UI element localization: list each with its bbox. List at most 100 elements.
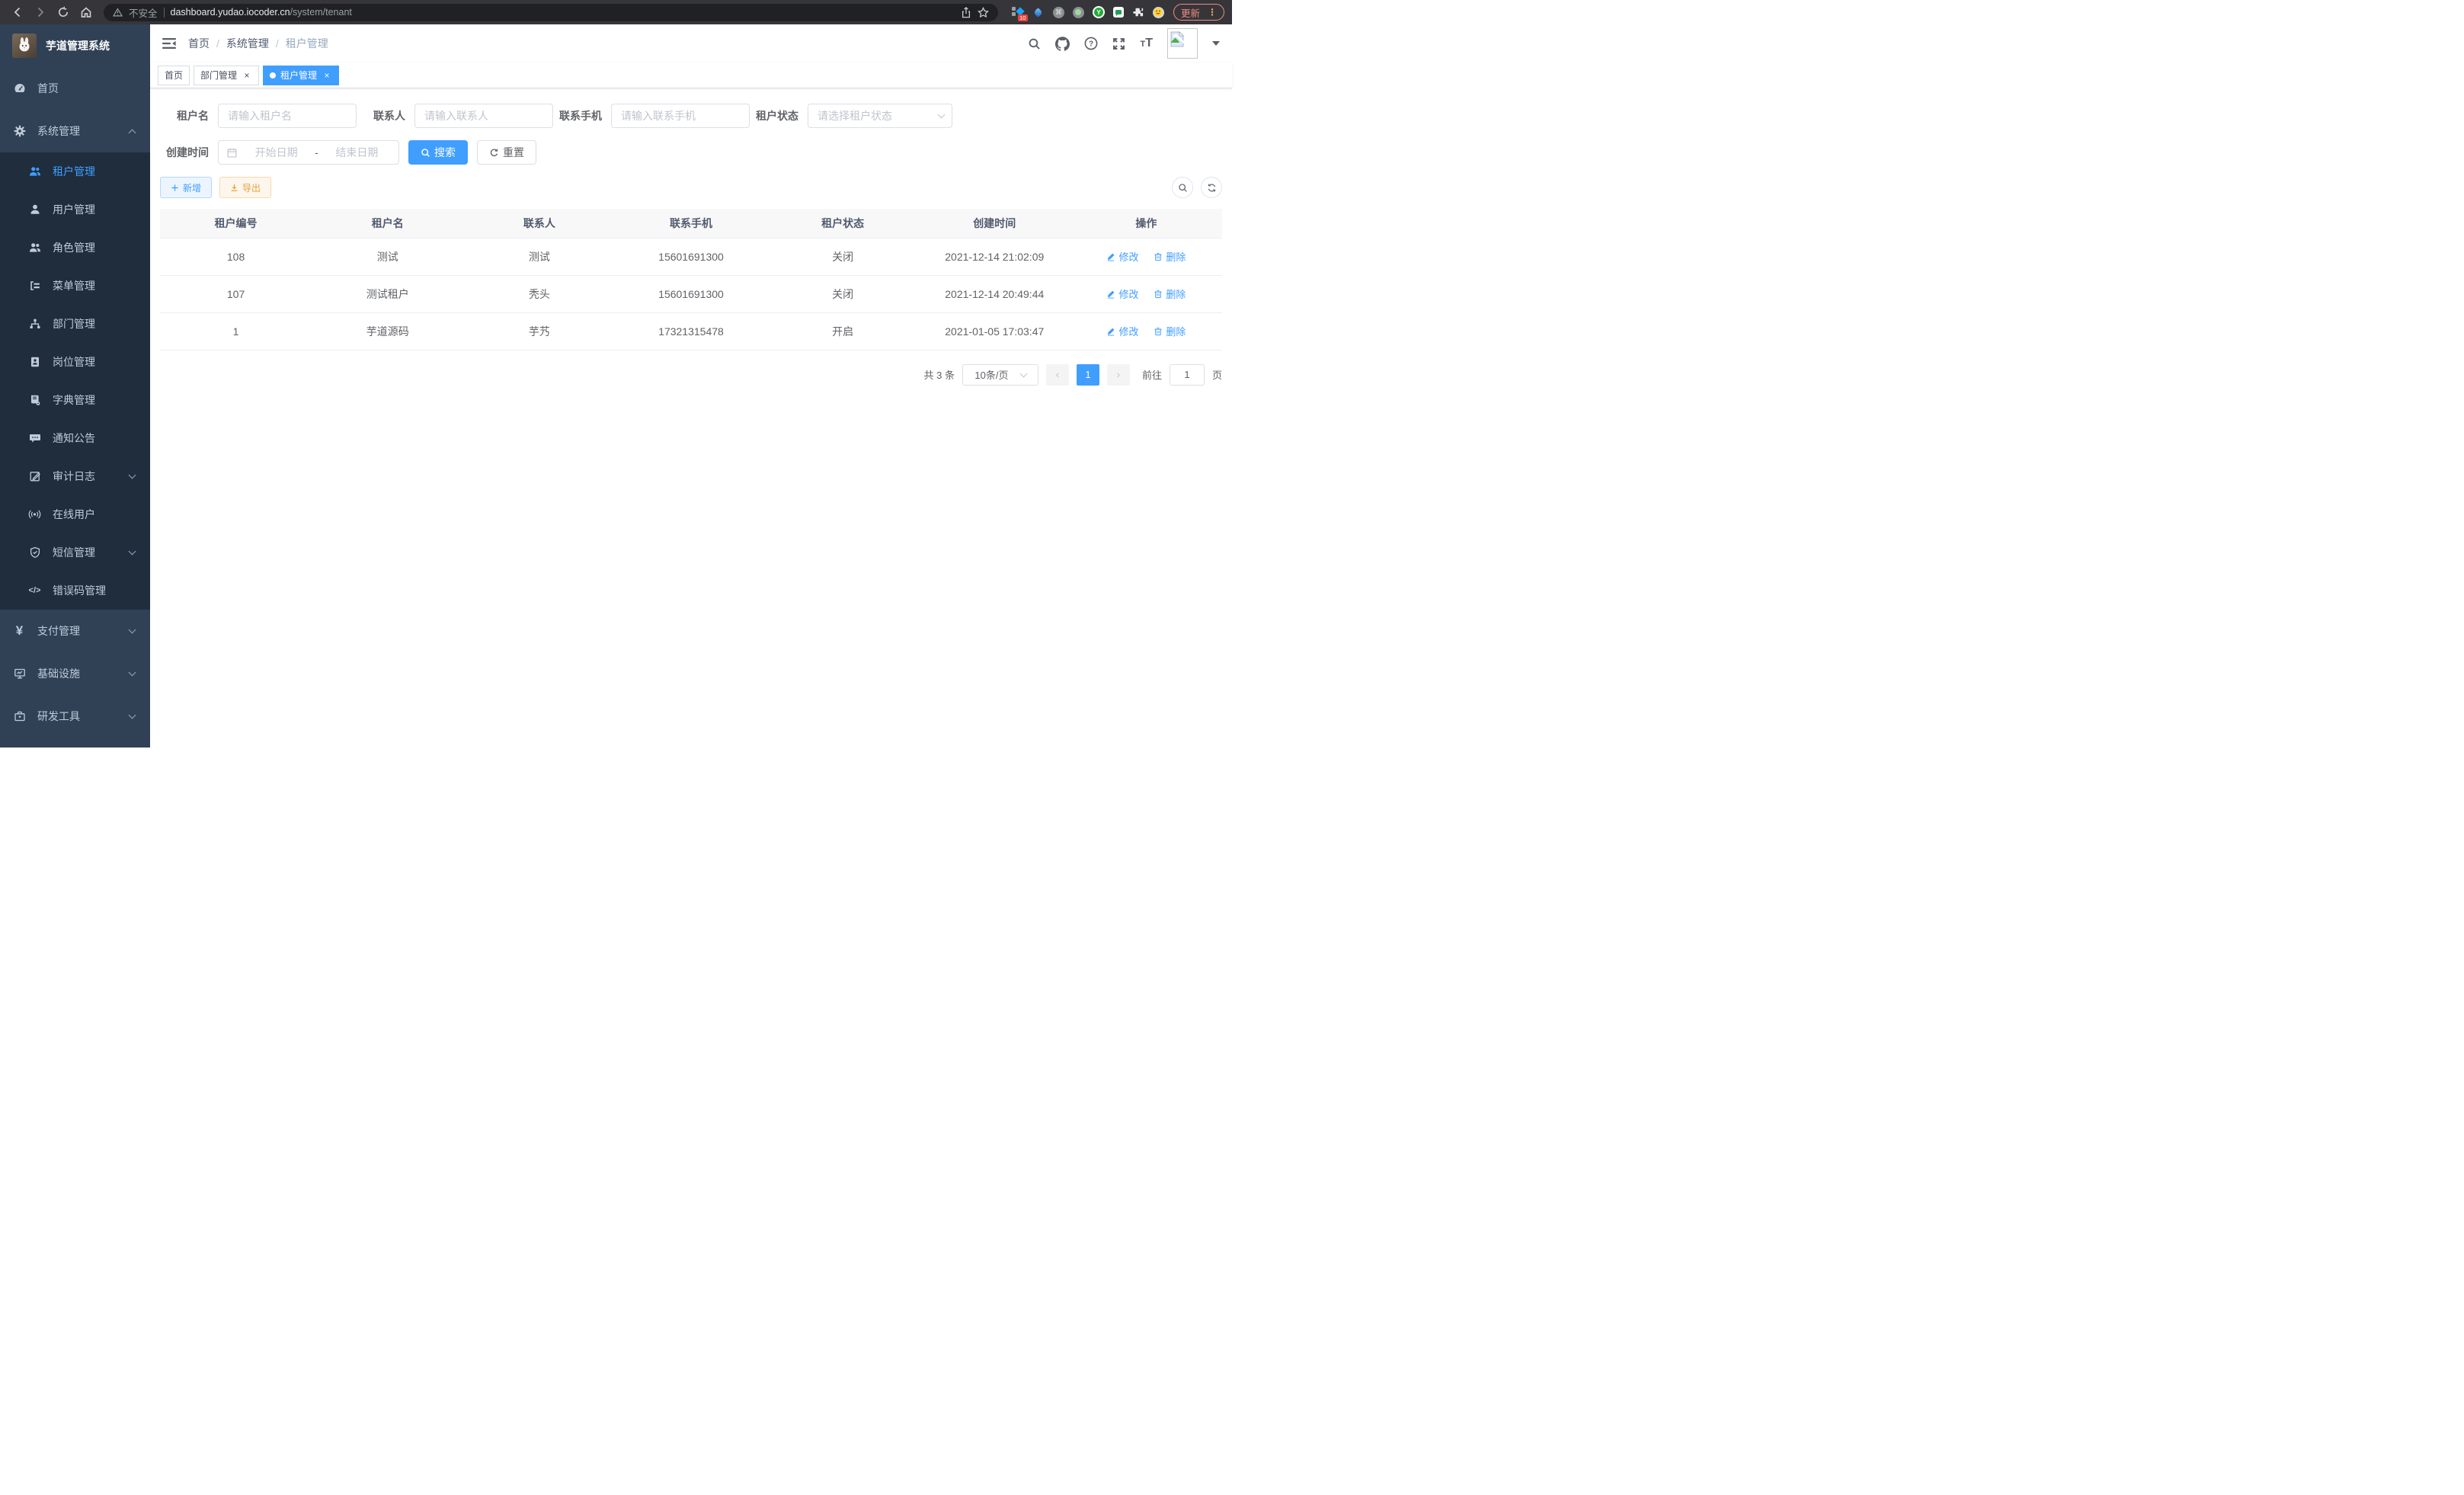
reset-button[interactable]: 重置 — [477, 140, 536, 165]
export-button[interactable]: 导出 — [219, 177, 271, 198]
user-icon — [28, 203, 41, 216]
next-page-button[interactable]: › — [1107, 364, 1130, 386]
search-button[interactable]: 搜索 — [408, 140, 468, 165]
sidebar-group-system-management[interactable]: 系统管理 — [0, 110, 150, 152]
sidebar-group-infrastructure[interactable]: 基础设施 — [0, 652, 150, 695]
browser-forward-icon[interactable] — [30, 2, 50, 22]
sidebar-item-role-management[interactable]: 角色管理 — [0, 229, 150, 267]
sidebar-item-menu-management[interactable]: 菜单管理 — [0, 267, 150, 305]
status-select[interactable]: 请选择租户状态 — [808, 104, 952, 128]
sidebar-item-post-management[interactable]: 岗位管理 — [0, 343, 150, 381]
contact-input[interactable] — [414, 104, 553, 128]
plus-icon — [171, 184, 179, 192]
browser-update-button[interactable]: 更新 ⋮ — [1173, 4, 1224, 21]
browser-reload-icon[interactable] — [53, 2, 73, 22]
edit-button[interactable]: 修改 — [1106, 287, 1138, 301]
github-icon[interactable] — [1055, 37, 1070, 51]
delete-button[interactable]: 删除 — [1154, 249, 1186, 264]
sidebar-item-dict-management[interactable]: 字典管理 — [0, 381, 150, 419]
sidebar-item-online-users[interactable]: 在线用户 — [0, 495, 150, 533]
header-search-icon[interactable] — [1028, 37, 1041, 50]
system-management-submenu: 租户管理 用户管理 角色管理 菜单管理 部门管理 岗位管理 — [0, 152, 150, 610]
help-icon[interactable]: ? — [1084, 37, 1098, 50]
page-number-button[interactable]: 1 — [1077, 364, 1099, 386]
page-size-select[interactable]: 10条/页 — [962, 364, 1038, 386]
org-chart-icon — [28, 318, 41, 330]
sidebar-item-user-management[interactable]: 用户管理 — [0, 190, 150, 229]
mobile-input[interactable] — [611, 104, 750, 128]
breadcrumb-item[interactable]: 系统管理 — [226, 36, 269, 51]
avatar[interactable] — [1167, 28, 1198, 59]
add-button[interactable]: 新增 — [160, 177, 212, 198]
extension-icon[interactable] — [1153, 7, 1164, 18]
column-header: 租户状态 — [767, 209, 919, 238]
calendar-icon — [226, 147, 238, 158]
delete-button[interactable]: 删除 — [1154, 287, 1186, 301]
browser-home-icon[interactable] — [76, 2, 96, 22]
sidebar-group-dev-tools[interactable]: 研发工具 — [0, 695, 150, 738]
column-header: 联系人 — [463, 209, 615, 238]
breadcrumb-separator: / — [276, 37, 279, 50]
sidebar-item-home[interactable]: 首页 — [0, 67, 150, 110]
cell-created: 2021-12-14 21:02:09 — [919, 238, 1070, 275]
sidebar-item-audit-log[interactable]: 审计日志 — [0, 457, 150, 495]
close-tab-icon[interactable]: × — [242, 70, 252, 81]
tab-dept-management[interactable]: 部门管理 × — [194, 66, 259, 85]
sidebar-item-error-code-management[interactable]: </> 错误码管理 — [0, 571, 150, 610]
end-date-input[interactable]: 结束日期 — [323, 145, 391, 160]
sidebar-group-payment[interactable]: ¥ 支付管理 — [0, 610, 150, 652]
avatar-dropdown-icon[interactable] — [1212, 41, 1220, 46]
browser-back-icon[interactable] — [8, 2, 27, 22]
cell-created: 2021-01-05 17:03:47 — [919, 312, 1070, 350]
extension-icon[interactable]: ⌘ — [1053, 7, 1064, 18]
fullscreen-icon[interactable] — [1112, 37, 1125, 50]
broken-image-icon — [1170, 31, 1184, 47]
extension-icon[interactable] — [1132, 6, 1144, 18]
browser-address-bar[interactable]: 不安全 dashboard.yudao.iocoder.cn/system/te… — [104, 4, 998, 21]
extension-icon[interactable] — [1113, 7, 1124, 18]
status-label: 租户状态 — [750, 108, 798, 123]
search-icon — [421, 148, 430, 158]
sidebar-item-dept-management[interactable]: 部门管理 — [0, 305, 150, 343]
sidebar-toggle-icon[interactable] — [162, 37, 176, 50]
close-tab-icon[interactable]: × — [322, 70, 332, 81]
font-size-icon[interactable]: TT — [1140, 37, 1153, 50]
tenant-name-label: 租户名 — [160, 108, 209, 123]
share-icon[interactable] — [961, 7, 971, 18]
sidebar-item-tenant-management[interactable]: 租户管理 — [0, 152, 150, 190]
show-search-button[interactable] — [1172, 177, 1193, 198]
extension-icon[interactable]: 10 — [1012, 6, 1024, 18]
app-logo[interactable]: 芋道管理系统 — [0, 24, 150, 67]
start-date-input[interactable]: 开始日期 — [242, 145, 310, 160]
cell-status: 关闭 — [767, 275, 919, 312]
delete-button[interactable]: 删除 — [1154, 324, 1186, 338]
cell-mobile: 15601691300 — [615, 275, 766, 312]
extension-badge: 10 — [1018, 14, 1028, 22]
browser-menu-icon[interactable]: ⋮ — [1208, 7, 1217, 18]
create-time-range-picker[interactable]: 开始日期 - 结束日期 — [218, 140, 399, 165]
extension-icon[interactable] — [1032, 6, 1045, 18]
sidebar-item-notice[interactable]: 通知公告 — [0, 419, 150, 457]
column-header: 创建时间 — [919, 209, 1070, 238]
breadcrumb-item[interactable]: 首页 — [188, 36, 210, 51]
chevron-down-icon — [129, 711, 136, 719]
extensions-strip: 10 ⌘ Y — [1012, 6, 1164, 18]
extension-icon[interactable]: Y — [1093, 6, 1105, 18]
tab-tenant-management[interactable]: 租户管理 × — [263, 66, 339, 85]
goto-page-input[interactable] — [1170, 364, 1205, 386]
tab-home[interactable]: 首页 — [158, 66, 190, 85]
dictionary-icon — [28, 394, 41, 406]
prev-page-button[interactable]: ‹ — [1046, 364, 1069, 386]
bookmark-star-icon[interactable] — [978, 7, 989, 18]
broadcast-icon — [28, 508, 41, 520]
cell-created: 2021-12-14 20:49:44 — [919, 275, 1070, 312]
refresh-table-button[interactable] — [1201, 177, 1222, 198]
monitor-icon — [13, 667, 26, 680]
tenant-name-input[interactable] — [218, 104, 357, 128]
extension-icon[interactable] — [1073, 7, 1084, 18]
edit-button[interactable]: 修改 — [1106, 324, 1138, 338]
sidebar-item-sms-management[interactable]: 短信管理 — [0, 533, 150, 571]
edit-button[interactable]: 修改 — [1106, 249, 1138, 264]
cell-tenant-id: 108 — [160, 238, 312, 275]
tree-list-icon — [28, 280, 41, 292]
